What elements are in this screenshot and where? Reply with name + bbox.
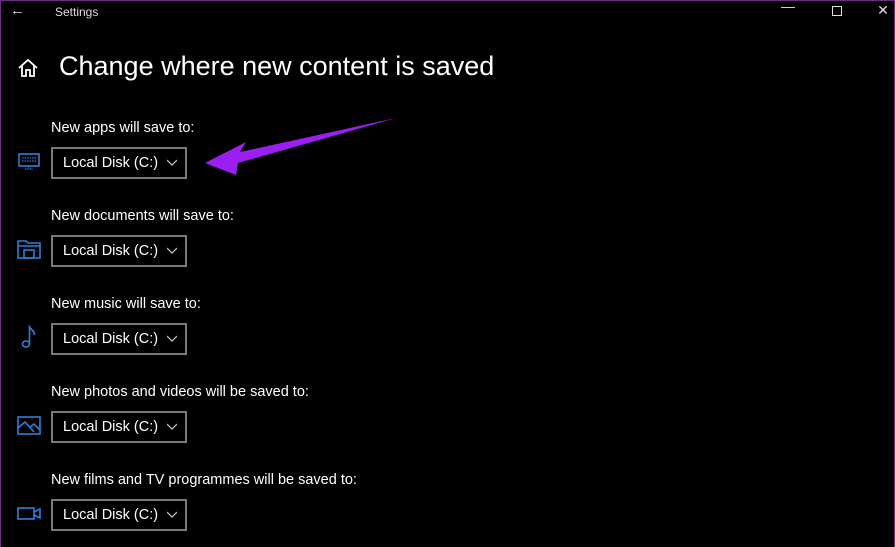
annotation-arrow [205, 118, 396, 175]
